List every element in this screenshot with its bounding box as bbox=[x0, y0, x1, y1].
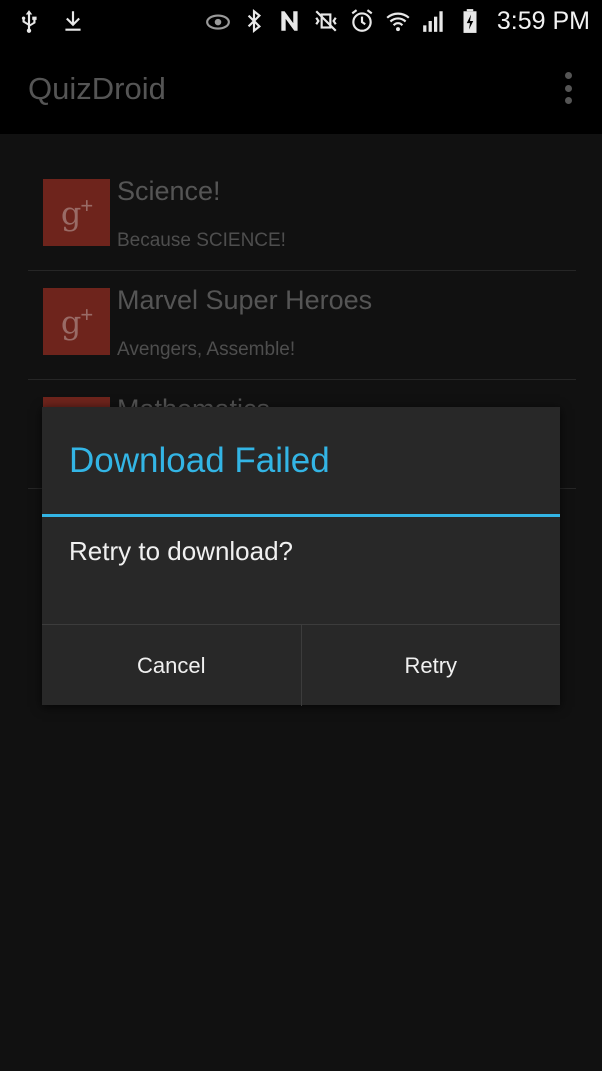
eye-icon bbox=[205, 8, 231, 34]
nfc-icon bbox=[277, 8, 303, 34]
usb-icon bbox=[16, 8, 42, 34]
bluetooth-icon bbox=[241, 8, 267, 34]
alarm-icon bbox=[349, 8, 375, 34]
signal-icon bbox=[421, 8, 447, 34]
cancel-button[interactable]: Cancel bbox=[42, 625, 301, 706]
dialog-title-divider bbox=[42, 514, 560, 517]
vibrate-mute-icon bbox=[313, 8, 339, 34]
retry-button[interactable]: Retry bbox=[300, 625, 561, 706]
battery-charging-icon bbox=[457, 8, 483, 34]
status-bar-notifications bbox=[0, 0, 86, 42]
app-title: QuizDroid bbox=[28, 71, 166, 106]
download-icon bbox=[60, 8, 86, 34]
status-bar-system: 3:59 PM bbox=[205, 0, 602, 42]
dialog-button-bar: Cancel Retry bbox=[42, 624, 560, 706]
wifi-icon bbox=[385, 8, 411, 34]
dialog-message: Retry to download? bbox=[69, 536, 294, 566]
overflow-menu-icon[interactable] bbox=[562, 72, 574, 104]
dialog-title: Download Failed bbox=[69, 441, 330, 480]
download-failed-dialog: Download Failed Retry to download? Cance… bbox=[42, 407, 560, 706]
action-bar: QuizDroid bbox=[0, 42, 602, 134]
status-time: 3:59 PM bbox=[496, 6, 590, 35]
status-bar: 3:59 PM bbox=[0, 0, 602, 42]
